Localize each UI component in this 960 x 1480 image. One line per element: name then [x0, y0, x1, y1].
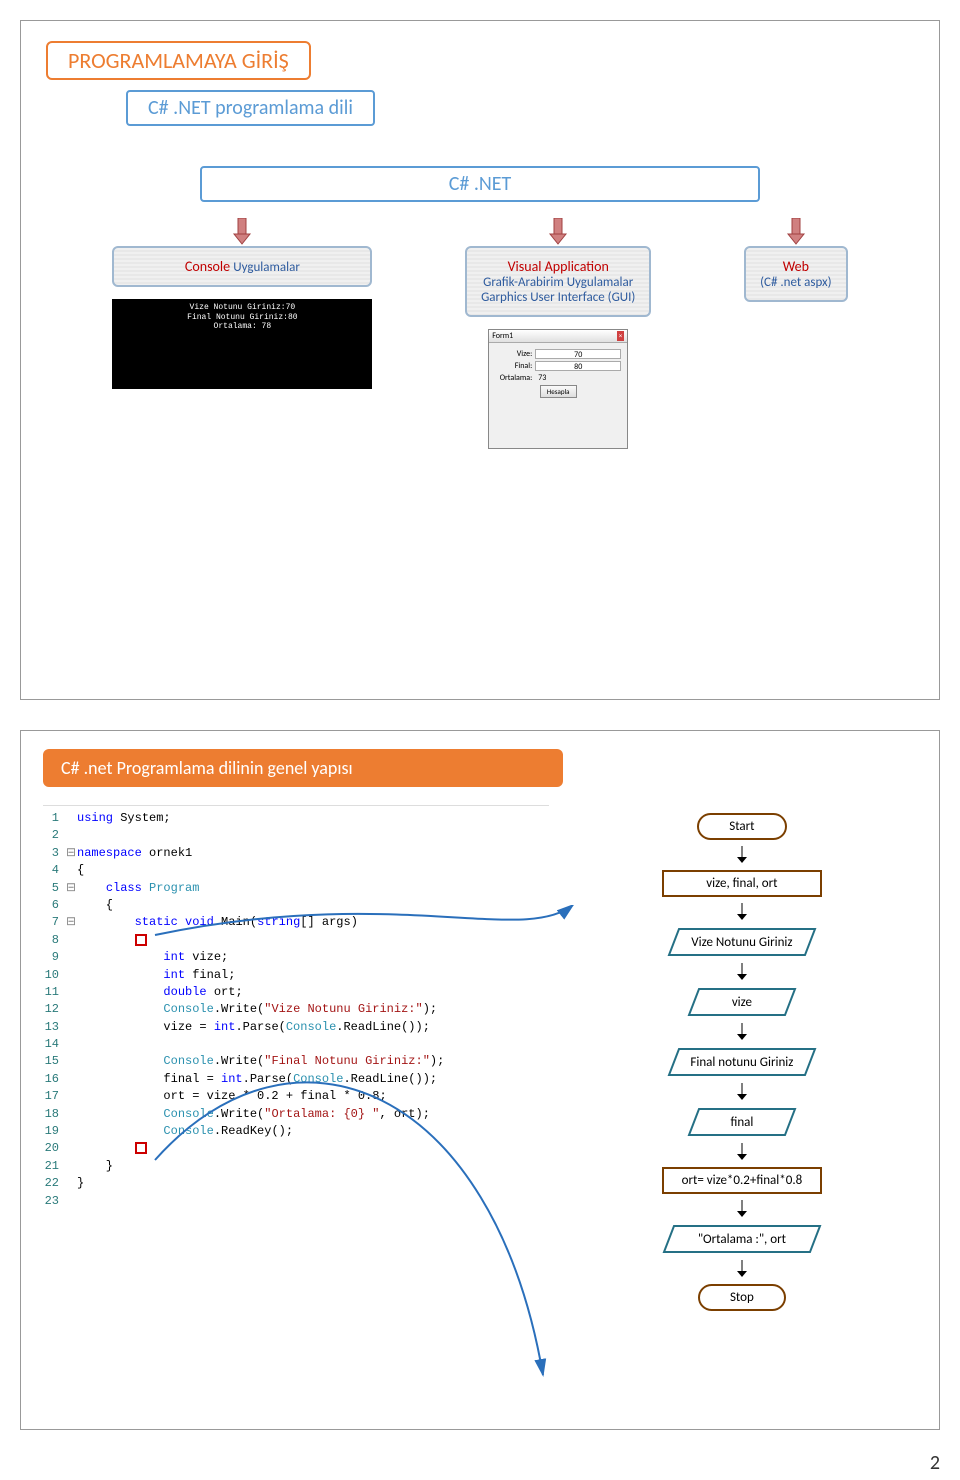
flow-arrow-icon [735, 903, 749, 921]
flow-arrow-icon [735, 1143, 749, 1161]
flow-io1: vize [687, 987, 797, 1017]
flow-arrow-icon [735, 1083, 749, 1101]
flow-decl: vize, final, ort [662, 870, 822, 897]
flow-arrow-icon [735, 1023, 749, 1041]
flow-calc: ort= vize*0.2+final*0.8 [662, 1167, 822, 1194]
form-ort-lbl: Ortalama: [495, 373, 535, 383]
code-line: 8 [43, 932, 549, 949]
visual-l2b: Garphics User Interface (GUI) [481, 290, 635, 305]
code-line: 2 [43, 827, 549, 844]
code-line: 21 } [43, 1158, 549, 1175]
flow-arrow-icon [735, 1200, 749, 1218]
flow-io2: final [687, 1107, 797, 1137]
code-line: 10 int final; [43, 967, 549, 984]
form-vize-val: 70 [535, 349, 621, 359]
slide2-title: C# .net Programlama dilinin genel yapısı [43, 749, 563, 787]
arrow-down-icon [785, 218, 807, 246]
visual-l2a: Grafik-Arabirim Uygulamalar [481, 275, 635, 290]
form-ort-val: 73 [535, 373, 546, 383]
visual-l1: Visual Application [481, 258, 635, 275]
arrow-row: Console Uygulamalar Vize Notunu Giriniz:… [46, 222, 914, 449]
console-l1: Console [185, 258, 230, 275]
flow-start: Start [697, 813, 786, 840]
form-calc-btn: Hesapla [540, 385, 577, 398]
code-line: 14 [43, 1036, 549, 1053]
code-line: 6 { [43, 897, 549, 914]
csnet-header: C# .NET [200, 166, 760, 202]
flow-stop: Stop [698, 1284, 786, 1311]
code-line: 9 int vize; [43, 949, 549, 966]
form-title: Form1 [492, 331, 513, 341]
form-final-val: 80 [535, 361, 621, 371]
flow-arrow-icon [735, 963, 749, 981]
code-line: 20 [43, 1140, 549, 1157]
visual-box: Visual Application Grafik-Arabirim Uygul… [465, 246, 651, 317]
code-line: 12 Console.Write("Vize Notunu Giriniz:")… [43, 1001, 549, 1018]
form-thumbnail: Form1 × Vize:70 Final:80 Ortalama:73 Hesa… [488, 329, 628, 449]
code-panel: 1using System;23⊟namespace ornek14{5⊟ cl… [43, 805, 549, 1311]
code-line: 22} [43, 1175, 549, 1192]
page-number: 2 [930, 1451, 940, 1475]
web-l2: (C# .net aspx) [760, 275, 832, 290]
form-vize-lbl: Vize: [495, 349, 535, 359]
slide-2: C# .net Programlama dilinin genel yapısı… [20, 730, 940, 1430]
arrow-down-icon [547, 218, 569, 246]
page-title: PROGRAMLAMAYA GİRİŞ [46, 41, 311, 80]
flow-prompt2: Final notunu Giriniz [667, 1047, 817, 1077]
arrow-down-icon [231, 218, 253, 246]
flow-arrow-icon [735, 846, 749, 864]
flow-prompt1: Vize Notunu Giriniz [667, 927, 817, 957]
console-thumbnail: Vize Notunu Giriniz:70 Final Notunu Giri… [112, 299, 372, 389]
code-line: 15 Console.Write("Final Notunu Giriniz:"… [43, 1053, 549, 1070]
code-line: 23 [43, 1193, 549, 1210]
code-line: 3⊟namespace ornek1 [43, 845, 549, 862]
web-l1: Web [760, 258, 832, 275]
console-l2: Uygulamalar [233, 260, 300, 275]
console-box: Console Uygulamalar [112, 246, 372, 287]
code-line: 13 vize = int.Parse(Console.ReadLine()); [43, 1019, 549, 1036]
code-line: 5⊟ class Program [43, 880, 549, 897]
code-line: 18 Console.Write("Ortalama: {0} ", ort); [43, 1106, 549, 1123]
code-line: 1using System; [43, 810, 549, 827]
close-icon: × [617, 331, 625, 341]
web-box: Web (C# .net aspx) [744, 246, 848, 302]
code-line: 7⊟ static void Main(string[] args) [43, 914, 549, 931]
code-line: 4{ [43, 862, 549, 879]
code-line: 19 Console.ReadKey(); [43, 1123, 549, 1140]
flowchart: Start vize, final, ort Vize Notunu Girin… [567, 805, 917, 1311]
form-final-lbl: Final: [495, 361, 535, 371]
flow-arrow-icon [735, 1260, 749, 1278]
flow-out: "Ortalama :", ort [662, 1224, 822, 1254]
subtitle: C# .NET programlama dili [126, 90, 375, 126]
code-line: 11 double ort; [43, 984, 549, 1001]
code-line: 16 final = int.Parse(Console.ReadLine())… [43, 1071, 549, 1088]
slide-1: PROGRAMLAMAYA GİRİŞ C# .NET programlama … [20, 20, 940, 700]
code-line: 17 ort = vize * 0.2 + final * 0.8; [43, 1088, 549, 1105]
